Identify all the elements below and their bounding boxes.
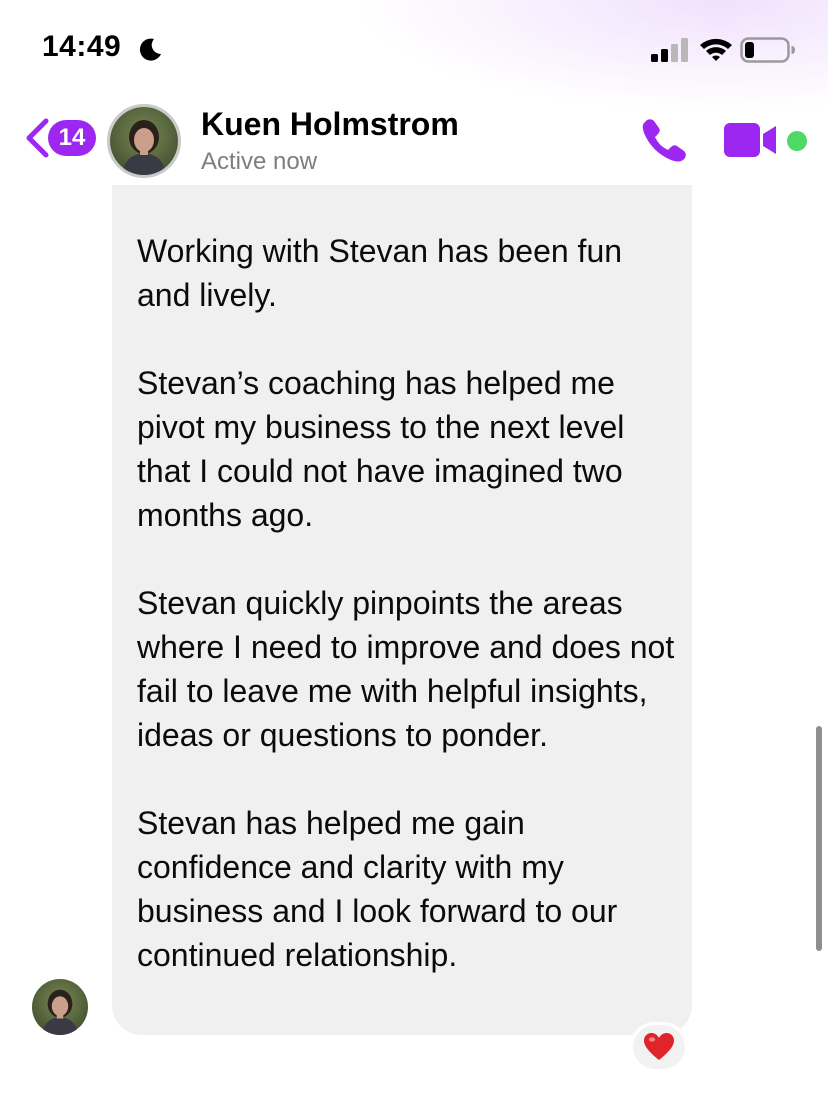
reaction-heart[interactable] [630,1022,688,1072]
avatar-photo [110,107,178,175]
unread-badge: 14 [48,120,96,156]
status-bar: 14:49 [0,0,828,96]
chat-header: 14 Kuen Holmstrom Active now [0,96,828,186]
chevron-left-icon [26,118,49,158]
phone-icon [642,119,686,162]
avatar-photo [32,979,88,1035]
call-button[interactable] [640,116,690,164]
message-paragraph: Working with Stevan has been fun and liv… [137,233,623,313]
scrollbar[interactable] [816,726,822,951]
back-button[interactable]: 14 [24,116,98,160]
contact-avatar[interactable] [107,104,181,178]
status-time: 14:49 [42,30,122,63]
heart-icon [644,1033,674,1060]
video-call-button[interactable] [722,120,778,160]
online-dot [787,131,807,151]
wifi-icon [700,38,732,61]
battery-icon [740,37,795,63]
message-paragraph: Stevan’s coaching has helped me pivot my… [137,365,625,533]
moon-icon [139,38,161,61]
message-paragraph: Stevan quickly pinpoints the areas where… [137,585,675,753]
video-camera-icon [724,123,776,157]
sender-avatar[interactable] [32,979,88,1035]
contact-name[interactable]: Kuen Holmstrom [201,106,459,143]
contact-status: Active now [201,148,318,175]
message-text: Working with Stevan has been fun and liv… [137,229,677,977]
message-paragraph: Stevan has helped me gain confidence and… [137,805,618,973]
cellular-signal-icon [651,38,688,62]
